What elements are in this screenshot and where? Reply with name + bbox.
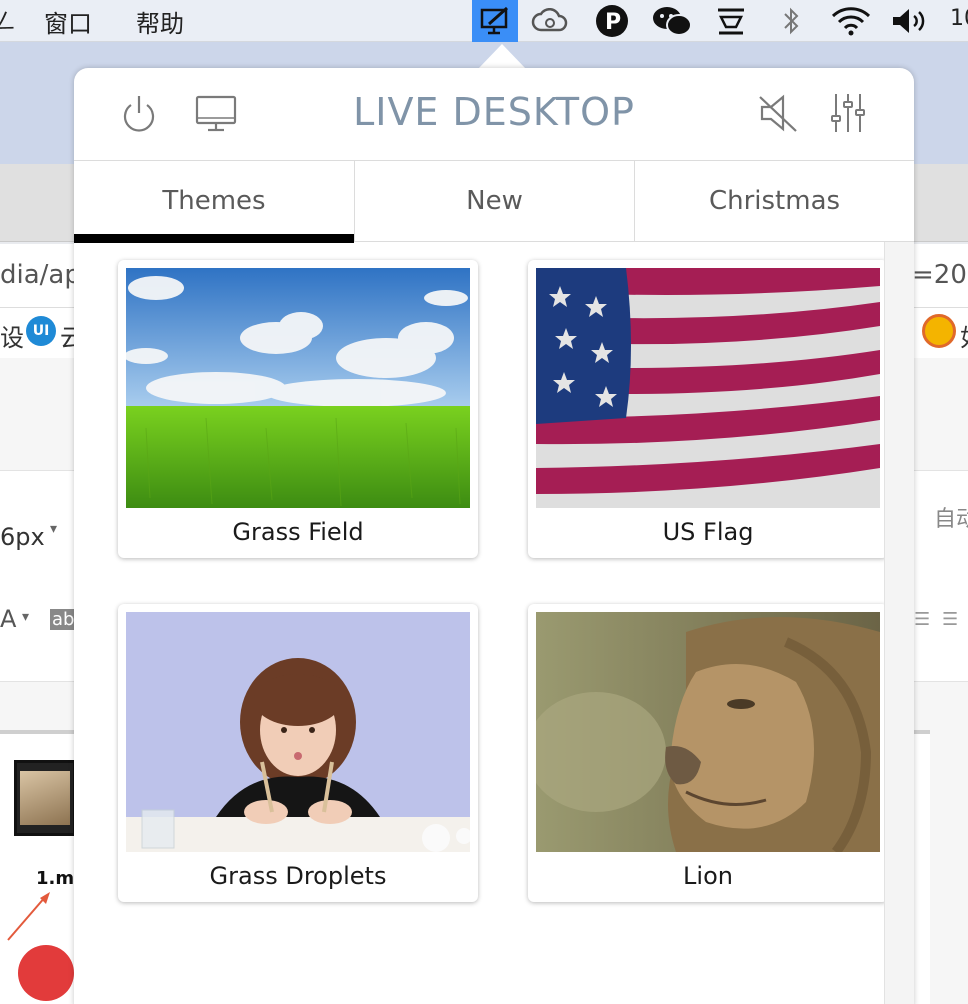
- align-icon: ☰: [914, 609, 931, 630]
- background-url-left: dia/ap: [0, 260, 81, 290]
- p-app-icon[interactable]: P: [590, 0, 634, 42]
- wechat-icon[interactable]: [648, 0, 696, 42]
- dropdown-arrow-icon: ▾: [22, 609, 30, 625]
- popover-caret: [478, 44, 526, 69]
- wallpaper-card-grass-field[interactable]: Grass Field: [118, 260, 478, 558]
- creative-cloud-icon[interactable]: [528, 0, 572, 42]
- wallpaper-card-lion[interactable]: Lion: [528, 604, 888, 902]
- tab-christmas[interactable]: Christmas: [634, 161, 914, 241]
- text-tool-icon: ab: [50, 609, 77, 630]
- wallpaper-card-grass-droplets[interactable]: Grass Droplets: [118, 604, 478, 902]
- tab-themes-label: Themes: [162, 186, 266, 216]
- volume-icon[interactable]: [886, 0, 932, 42]
- popover-tabs: Themes New Christmas: [74, 161, 914, 243]
- align-icon: ☰: [942, 609, 959, 630]
- menu-help[interactable]: 帮助: [136, 4, 184, 39]
- wallpaper-label: US Flag: [662, 518, 754, 546]
- live-desktop-popover: LIVE DESKTOP Themes New Christmas Grass …: [74, 68, 914, 1004]
- menu-clock[interactable]: 10: [950, 6, 968, 31]
- wallpaper-label: Lion: [683, 862, 733, 890]
- arrow-annotation-icon: [7, 892, 50, 941]
- ui-bookmark-logo: UI: [26, 316, 56, 346]
- background-bookmark-right: 如: [960, 318, 968, 353]
- svg-text:P: P: [605, 10, 621, 35]
- wallpaper-scrollbar[interactable]: [884, 242, 914, 1004]
- wallpaper-grid: Grass Field US Flag Grass Droplets Lion: [74, 242, 888, 1004]
- tab-christmas-label: Christmas: [708, 186, 841, 216]
- dropdown-arrow-icon: ▾: [50, 521, 58, 537]
- text-tool-icon[interactable]: [710, 0, 752, 42]
- wallpaper-thumbnail: [126, 268, 470, 508]
- background-video-thumbnail: [14, 760, 76, 836]
- mute-icon[interactable]: [756, 92, 800, 134]
- popover-header: LIVE DESKTOP: [74, 68, 914, 161]
- wallpaper-thumbnail: [536, 268, 880, 508]
- live-desktop-icon[interactable]: [472, 0, 518, 42]
- wifi-icon[interactable]: [826, 0, 876, 42]
- background-font-size: 6px: [0, 523, 45, 551]
- wallpaper-thumbnail: [126, 612, 470, 852]
- background-url-right: =209: [912, 260, 968, 290]
- wallpaper-label: Grass Field: [232, 518, 364, 546]
- wallpaper-thumbnail: [536, 612, 880, 852]
- wallpaper-label: Grass Droplets: [209, 862, 387, 890]
- font-color-icon: A: [0, 605, 17, 633]
- tab-themes[interactable]: Themes: [74, 161, 354, 243]
- background-app-badge-icon: [18, 945, 74, 1001]
- sliders-icon[interactable]: [828, 92, 868, 134]
- tab-new[interactable]: New: [354, 161, 634, 241]
- menu-bar: ㄥ 窗口 帮助 P 1: [0, 0, 968, 42]
- bluetooth-icon[interactable]: [774, 0, 808, 42]
- menu-window[interactable]: 窗口: [44, 4, 92, 39]
- wallpaper-card-us-flag[interactable]: US Flag: [528, 260, 888, 558]
- background-side-text: 自动: [934, 507, 968, 532]
- tab-new-label: New: [466, 186, 523, 216]
- background-bookmark-fragment: 设: [0, 324, 24, 352]
- menu-fragment: ㄥ: [0, 10, 17, 35]
- background-bookmark-badge-icon: [922, 314, 956, 348]
